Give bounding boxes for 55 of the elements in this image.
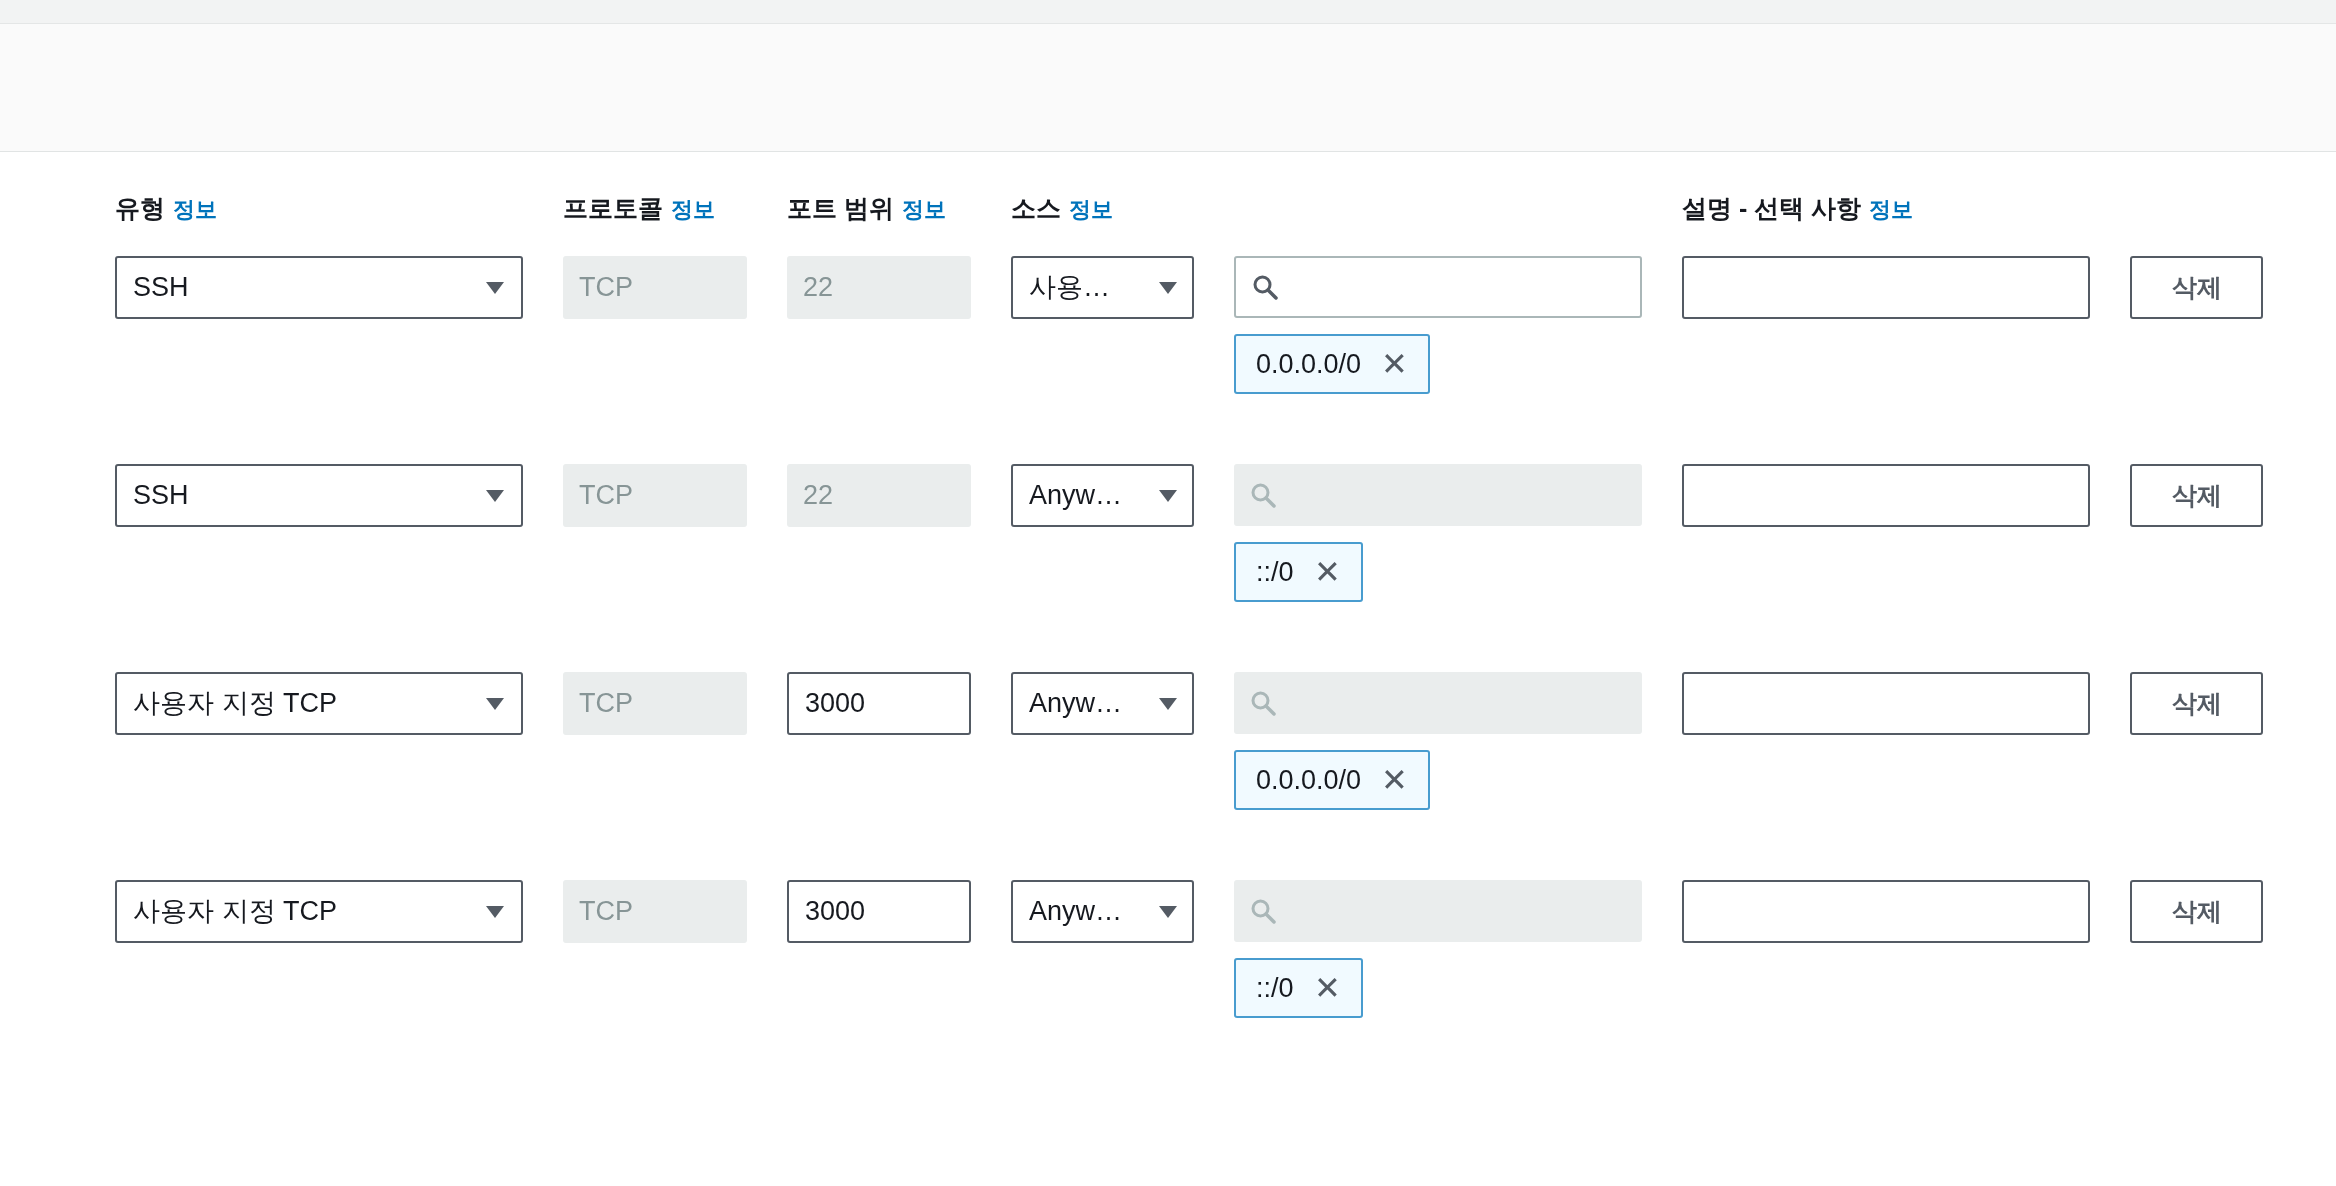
search-icon	[1250, 898, 1276, 924]
info-link[interactable]: 정보	[671, 193, 715, 226]
caret-icon	[1158, 904, 1178, 919]
search-icon	[1252, 274, 1278, 300]
port-range-field: 22	[787, 256, 971, 319]
caret-icon	[485, 696, 505, 711]
caret-icon	[485, 280, 505, 295]
delete-button[interactable]: 삭제	[2130, 464, 2263, 527]
info-link[interactable]: 정보	[1869, 193, 1914, 226]
caret-icon	[1158, 696, 1178, 711]
source-select[interactable]: Anyw…	[1011, 672, 1194, 735]
column-header: 소스	[1011, 193, 1061, 224]
column-header: 설명 - 선택 사항	[1682, 193, 1862, 224]
type-select[interactable]: SSH	[115, 464, 523, 527]
protocol-field: TCP	[563, 464, 747, 527]
protocol-field: TCP	[563, 672, 747, 735]
cidr-text: ::/0	[1256, 555, 1294, 589]
info-link[interactable]: 정보	[901, 193, 946, 226]
port-range-field[interactable]: 3000	[787, 880, 971, 943]
cidr-search-field[interactable]	[1234, 256, 1642, 318]
port-range-field: 22	[787, 464, 971, 527]
caret-icon	[1158, 280, 1178, 295]
type-select[interactable]: 사용자 지정 TCP	[115, 880, 523, 943]
cidr-text: ::/0	[1256, 971, 1294, 1005]
search-icon	[1250, 690, 1276, 716]
remove-button[interactable]: ✕	[1313, 972, 1341, 1004]
description-field[interactable]	[1682, 256, 2090, 319]
source-select[interactable]: 사용…	[1011, 256, 1194, 319]
info-link[interactable]: 정보	[173, 193, 217, 226]
column-header: 포트 범위	[787, 193, 894, 224]
delete-button[interactable]: 삭제	[2130, 880, 2263, 943]
delete-button[interactable]: 삭제	[2130, 256, 2263, 319]
caret-icon	[485, 488, 505, 503]
type-select[interactable]: SSH	[115, 256, 523, 319]
search-icon	[1250, 482, 1276, 508]
source-select[interactable]: Anyw…	[1011, 464, 1194, 527]
info-link[interactable]: 정보	[1069, 193, 1113, 226]
description-field[interactable]	[1682, 464, 2090, 527]
caret-icon	[485, 904, 505, 919]
delete-button[interactable]: 삭제	[2130, 672, 2263, 735]
type-select[interactable]: 사용자 지정 TCP	[115, 672, 523, 735]
cidr-text: 0.0.0.0/0	[1256, 763, 1362, 797]
remove-button[interactable]: ✕	[1381, 348, 1409, 380]
caret-icon	[1158, 488, 1178, 503]
description-field[interactable]	[1682, 672, 2090, 735]
remove-button[interactable]: ✕	[1313, 556, 1341, 588]
port-range-field[interactable]: 3000	[787, 672, 971, 735]
description-field[interactable]	[1682, 880, 2090, 943]
protocol-field: TCP	[563, 256, 747, 319]
source-select[interactable]: Anyw…	[1011, 880, 1194, 943]
remove-button[interactable]: ✕	[1381, 764, 1409, 796]
cidr-text: 0.0.0.0/0	[1256, 347, 1362, 381]
protocol-field: TCP	[563, 880, 747, 943]
column-header: 프로토콜	[563, 193, 663, 224]
column-header: 유형	[115, 193, 165, 224]
